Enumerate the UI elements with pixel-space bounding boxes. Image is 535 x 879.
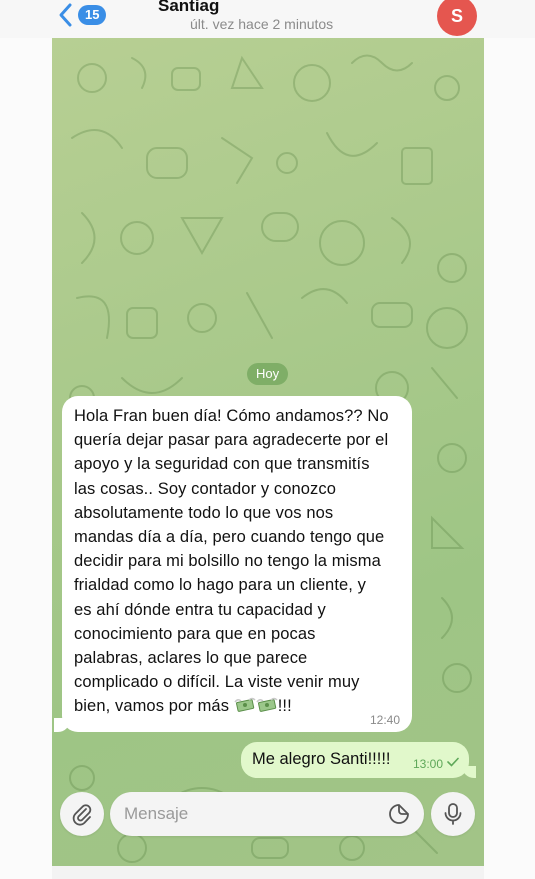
composer-bar (52, 786, 484, 840)
microphone-icon (444, 803, 462, 825)
unread-count-badge: 15 (78, 5, 107, 25)
message-text: Hola Fran buen día! Cómo andamos?? No qu… (74, 404, 400, 719)
date-divider: Hoy (247, 363, 289, 385)
message-line: bien, vamos por más (74, 697, 230, 716)
message-line-last: bien, vamos por más !!! (74, 694, 400, 718)
message-line: decidir para mi bolsillo no tengo la mis… (74, 552, 381, 571)
incoming-message[interactable]: Hola Fran buen día! Cómo andamos?? No qu… (54, 396, 412, 732)
outgoing-message[interactable]: Me alegro Santi!!!!! 13:00 (241, 742, 476, 778)
message-input[interactable] (110, 792, 424, 836)
chat-area[interactable]: Hoy Hola Fran buen día! Cómo andamos?? N… (52, 38, 484, 866)
money-with-wings-icon (234, 698, 256, 713)
message-line: frialdad como lo hago para un cliente, y (74, 576, 367, 595)
message-line: palabras, aclares lo que parece (74, 649, 308, 668)
last-seen-status: últ. vez hace 2 minutos (190, 16, 334, 32)
message-time: 13:00 (413, 757, 444, 771)
message-time: 12:40 (369, 713, 400, 727)
message-line: absolutamente todo lo que vos nos (74, 503, 334, 522)
contact-name[interactable]: Santiag (158, 0, 219, 16)
voice-record-button[interactable] (431, 792, 475, 836)
message-line: quería dejar pasar para agradecerte por … (74, 431, 389, 450)
avatar[interactable]: S (437, 0, 477, 36)
message-line: complicado o difícil. La viste venir muy (74, 673, 360, 692)
message-line: apoyo y la seguridad con que transmitís (74, 455, 370, 474)
chevron-left-icon (59, 3, 72, 27)
message-line: las cosas.. Soy contador y conozco (74, 479, 337, 498)
back-button[interactable]: 15 (58, 2, 107, 28)
sticker-icon[interactable] (388, 803, 410, 825)
message-text: Me alegro Santi!!!!! (252, 750, 391, 768)
paperclip-icon (72, 804, 92, 826)
message-line: conocimiento para que en pocas (74, 624, 316, 643)
attach-button[interactable] (60, 792, 104, 836)
message-line: es ahí dónde entra tu capacidad y (74, 600, 326, 619)
chat-header: 15 Santiag últ. vez hace 2 minutos S (0, 0, 535, 38)
message-line: Hola Fran buen día! Cómo andamos?? No (74, 407, 389, 425)
bottom-safe-area (52, 866, 484, 879)
message-line: mandas día a día, pero cuando tengo que (74, 528, 385, 547)
message-tail-text: !!! (277, 697, 292, 716)
money-with-wings-icon (256, 698, 278, 713)
read-check-icon (447, 757, 459, 767)
